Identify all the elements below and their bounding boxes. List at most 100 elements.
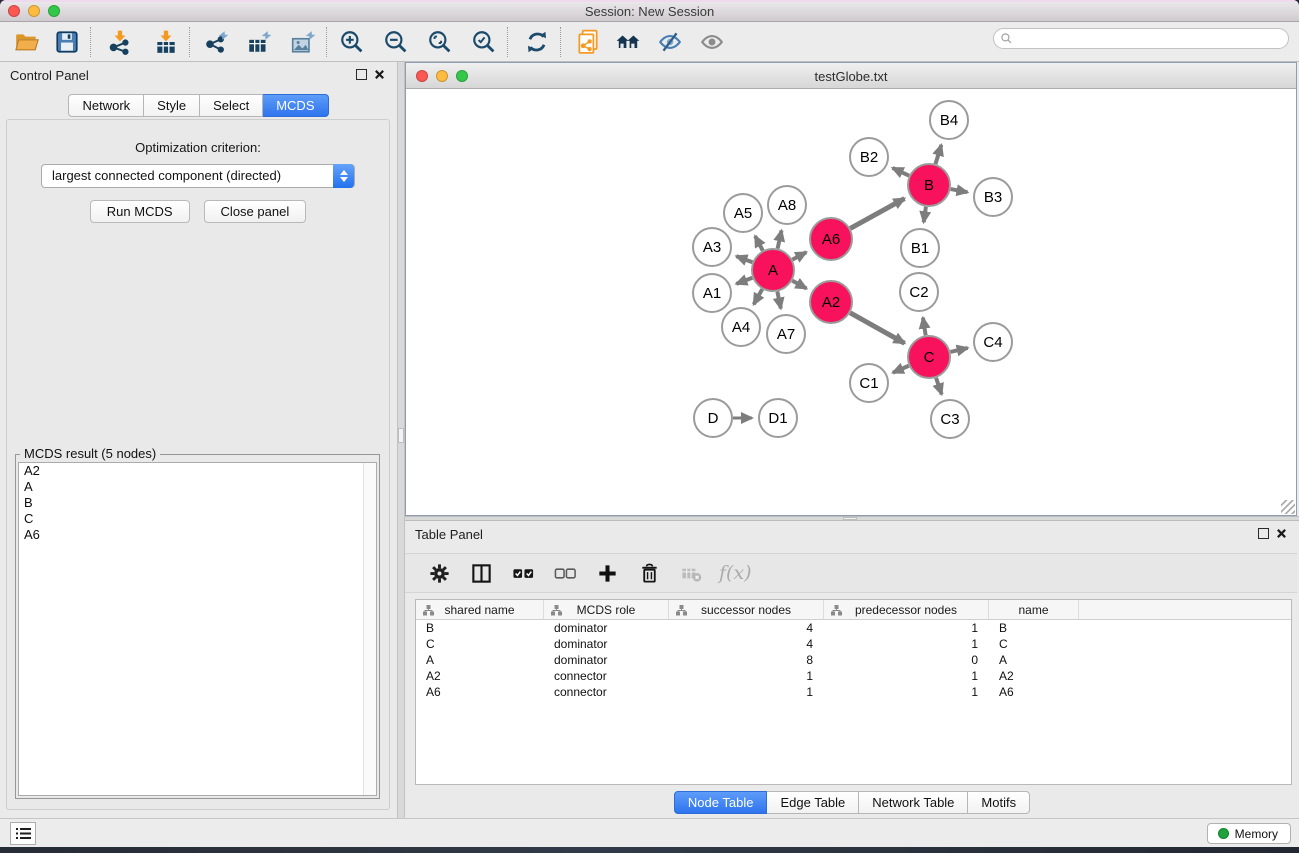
graph-edge-B-B4[interactable] <box>935 145 941 164</box>
graph-node-A1[interactable]: A1 <box>693 274 731 312</box>
result-scrollbar[interactable] <box>363 463 376 795</box>
export-image-icon[interactable] <box>288 26 318 58</box>
export-network-icon[interactable] <box>202 26 232 58</box>
new-network-from-selection-icon[interactable] <box>573 26 603 58</box>
graph-node-C3[interactable]: C3 <box>931 400 969 438</box>
mcds-result-list[interactable]: A2ABCA6 <box>18 462 377 796</box>
float-panel-icon[interactable] <box>356 69 367 80</box>
result-item-a2[interactable]: A2 <box>19 463 376 479</box>
node-table[interactable]: shared nameMCDS rolesuccessor nodesprede… <box>415 599 1292 785</box>
tab-motifs[interactable]: Motifs <box>968 791 1030 814</box>
zoom-selected-icon[interactable] <box>469 26 499 58</box>
zoom-in-icon[interactable] <box>337 26 367 58</box>
graph-node-B2[interactable]: B2 <box>850 138 888 176</box>
graph-edge-A-A3[interactable] <box>736 256 752 262</box>
graph-node-B4[interactable]: B4 <box>930 101 968 139</box>
graph-edge-B-B1[interactable] <box>924 207 926 222</box>
graph-node-A7[interactable]: A7 <box>767 315 805 353</box>
table-mode-gear-icon[interactable] <box>421 556 457 590</box>
run-mcds-button[interactable]: Run MCDS <box>90 200 190 223</box>
export-table-icon[interactable] <box>244 26 274 58</box>
graph-node-C[interactable]: C <box>908 336 950 378</box>
column-header-predecessor-nodes[interactable]: predecessor nodes <box>824 600 989 619</box>
tab-select[interactable]: Select <box>200 94 263 117</box>
import-table-icon[interactable] <box>151 26 181 58</box>
network-canvas[interactable]: B4 B2 B B3 A8A5 A6 A3 B1 A A1 C2 A2 A4A7 C4 C C1 C3 D D1 <box>406 89 1296 515</box>
graph-node-B3[interactable]: B3 <box>974 178 1012 216</box>
graph-edge-C-C3[interactable] <box>936 378 942 395</box>
search-field[interactable] <box>993 28 1289 49</box>
delete-columns-icon[interactable] <box>631 556 667 590</box>
graph-node-C2[interactable]: C2 <box>900 273 938 311</box>
import-network-icon[interactable] <box>105 26 135 58</box>
graph-node-B1[interactable]: B1 <box>901 229 939 267</box>
column-header-shared-name[interactable]: shared name <box>416 600 544 619</box>
tab-mcds[interactable]: MCDS <box>263 94 328 117</box>
column-header-successor-nodes[interactable]: successor nodes <box>669 600 824 619</box>
graph-edge-B-B2[interactable] <box>893 168 910 176</box>
graph-node-D1[interactable]: D1 <box>759 399 797 437</box>
graph-node-A8[interactable]: A8 <box>768 186 806 224</box>
graph-edge-A-A2[interactable] <box>792 281 806 289</box>
show-graphics-details-icon[interactable] <box>697 26 727 58</box>
result-item-c[interactable]: C <box>19 511 376 527</box>
result-item-a[interactable]: A <box>19 479 376 495</box>
table-row-b[interactable]: Bdominator41B <box>416 620 1291 636</box>
graph-node-D[interactable]: D <box>694 399 732 437</box>
graph-edge-C-C4[interactable] <box>950 348 967 352</box>
search-input[interactable] <box>1013 30 1288 47</box>
graph-edge-A-A7[interactable] <box>777 292 780 309</box>
add-column-icon[interactable] <box>589 556 625 590</box>
table-row-a6[interactable]: A6connector11A6 <box>416 684 1291 700</box>
open-session-icon[interactable] <box>12 26 42 58</box>
hide-graphics-details-icon[interactable] <box>655 26 685 58</box>
divider-handle[interactable] <box>398 428 404 443</box>
select-all-icon[interactable] <box>505 556 541 590</box>
graph-edge-A2-C[interactable] <box>850 313 904 344</box>
graph-node-A4[interactable]: A4 <box>722 308 760 346</box>
zoom-fit-icon[interactable] <box>425 26 455 58</box>
graph-node-A5[interactable]: A5 <box>724 194 762 232</box>
graph-edge-C-C1[interactable] <box>893 366 909 373</box>
graph-edge-C-C2[interactable] <box>923 318 926 336</box>
table-row-a[interactable]: Adominator80A <box>416 652 1291 668</box>
graph-node-A[interactable]: A <box>752 249 794 291</box>
close-panel-icon[interactable] <box>374 69 385 80</box>
apply-layout-icon[interactable] <box>522 26 552 58</box>
criterion-dropdown[interactable]: largest connected component (directed) <box>41 164 355 188</box>
memory-button[interactable]: Memory <box>1207 823 1291 844</box>
column-header-MCDS-role[interactable]: MCDS role <box>544 600 669 619</box>
show-columns-icon[interactable] <box>463 556 499 590</box>
divider-handle[interactable] <box>843 517 857 520</box>
graph-edge-A6-B[interactable] <box>850 199 904 229</box>
table-row-a2[interactable]: A2connector11A2 <box>416 668 1291 684</box>
vertical-split-divider[interactable] <box>397 62 405 818</box>
graph-node-C1[interactable]: C1 <box>850 364 888 402</box>
table-row-c[interactable]: Cdominator41C <box>416 636 1291 652</box>
graph-node-C4[interactable]: C4 <box>974 323 1012 361</box>
tab-style[interactable]: Style <box>144 94 200 117</box>
float-panel-icon[interactable] <box>1258 528 1269 539</box>
graph-edge-A-A8[interactable] <box>778 230 782 248</box>
tab-node-table[interactable]: Node Table <box>674 791 768 814</box>
graph-edge-A-A6[interactable] <box>792 252 806 259</box>
result-item-a6[interactable]: A6 <box>19 527 376 543</box>
tab-network-table[interactable]: Network Table <box>859 791 968 814</box>
graph-node-A2[interactable]: A2 <box>810 281 852 323</box>
column-header-name[interactable]: name <box>989 600 1079 619</box>
graph-edge-A-A5[interactable] <box>755 236 763 251</box>
zoom-out-icon[interactable] <box>381 26 411 58</box>
graph-node-A6[interactable]: A6 <box>810 218 852 260</box>
close-panel-button[interactable]: Close panel <box>204 200 307 223</box>
resize-grip-icon[interactable] <box>1281 500 1295 514</box>
task-history-button[interactable] <box>10 822 36 845</box>
network-window-titlebar[interactable]: testGlobe.txt <box>406 63 1296 89</box>
save-session-icon[interactable] <box>52 26 82 58</box>
tab-network[interactable]: Network <box>68 94 144 117</box>
graph-node-A3[interactable]: A3 <box>693 228 731 266</box>
deselect-all-icon[interactable] <box>547 556 583 590</box>
graph-node-B[interactable]: B <box>908 164 950 206</box>
close-panel-icon[interactable] <box>1276 528 1287 539</box>
graph-edge-A-A1[interactable] <box>736 278 752 284</box>
graph-edge-B-B3[interactable] <box>951 189 968 192</box>
